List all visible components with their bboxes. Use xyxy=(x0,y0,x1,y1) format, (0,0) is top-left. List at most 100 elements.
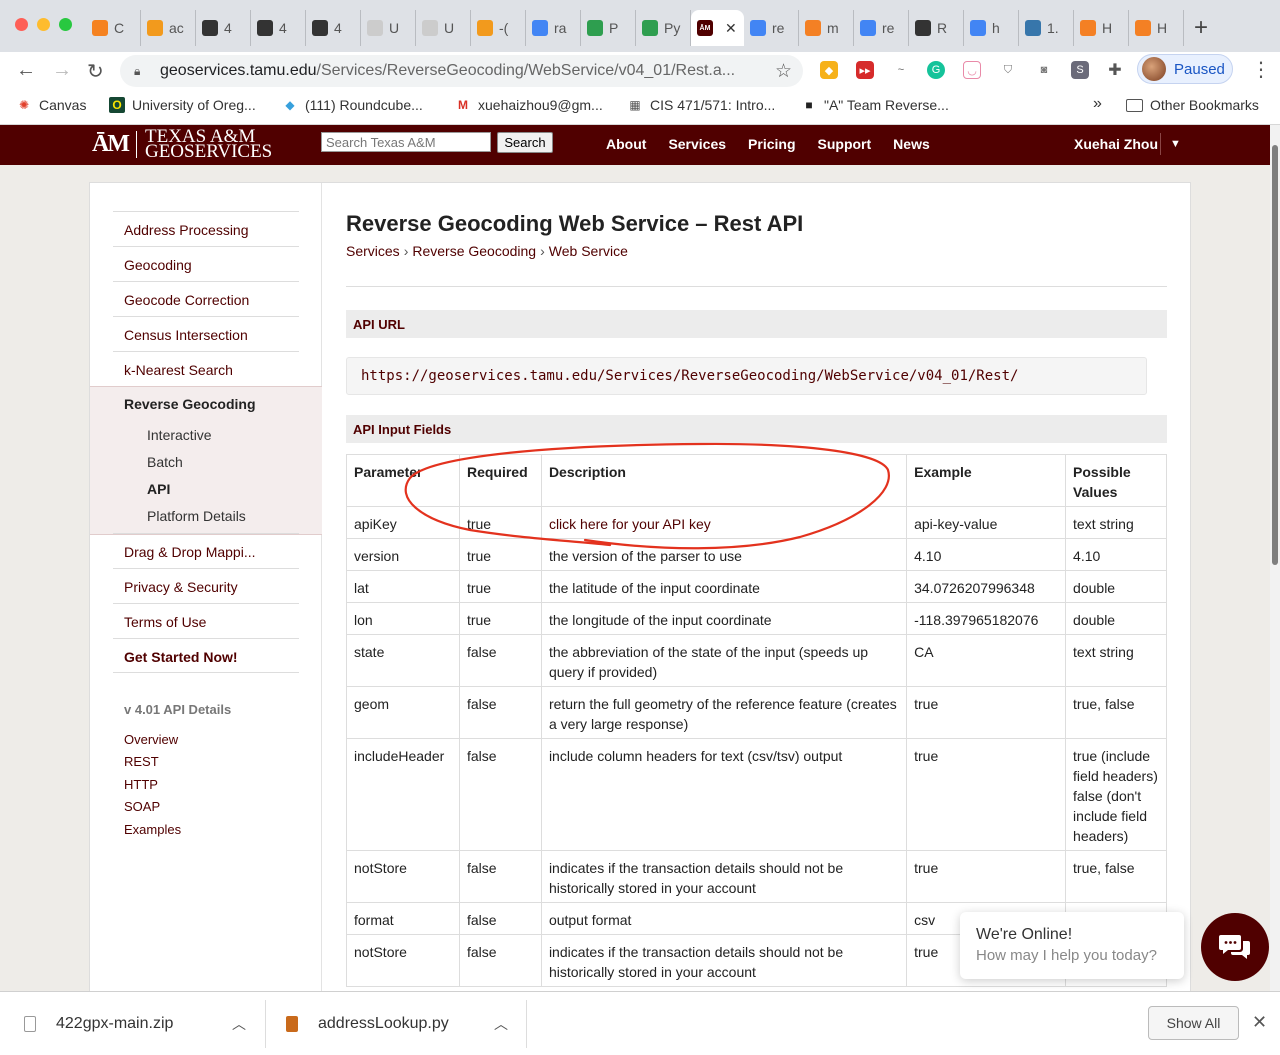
nav-link-pricing[interactable]: Pricing xyxy=(748,136,795,152)
bookmark-item[interactable]: ✺ Canvas xyxy=(16,97,87,113)
sidebar-item[interactable]: k-Nearest Search xyxy=(113,351,299,386)
puzzle-icon[interactable]: ✚ xyxy=(1106,61,1124,79)
sidebar-item[interactable]: Drag & Drop Mappi... xyxy=(113,533,299,568)
table-cell: double xyxy=(1065,570,1167,603)
camera-icon[interactable]: ◙ xyxy=(1035,61,1053,79)
browser-tab[interactable]: U xyxy=(361,10,416,46)
browser-tab[interactable]: U xyxy=(416,10,471,46)
api-details-link[interactable]: SOAP xyxy=(124,799,160,814)
sidebar-item[interactable]: Census Intersection xyxy=(113,316,299,351)
chat-launcher-button[interactable] xyxy=(1201,913,1269,981)
browser-tab[interactable]: 4 xyxy=(251,10,306,46)
window-zoom-button[interactable] xyxy=(59,18,72,31)
browser-tab[interactable]: 1. xyxy=(1019,10,1074,46)
sidebar-item[interactable]: Privacy & Security xyxy=(113,568,299,603)
tamu-geoservices-logo[interactable]: ĀM TEXAS A&M GEOSERVICES xyxy=(92,127,272,161)
scrollbar-thumb[interactable] xyxy=(1272,145,1278,565)
extension-icon[interactable]: ~ xyxy=(892,61,910,79)
download-item[interactable]: addressLookup.py ︿ xyxy=(286,992,508,1055)
table-cell: indicates if the transaction details sho… xyxy=(540,934,908,987)
show-all-downloads-button[interactable]: Show All xyxy=(1148,1006,1239,1040)
address-bar[interactable]: 🔒︎ geoservices.tamu.edu/Services/Reverse… xyxy=(120,55,803,87)
browser-tab[interactable]: m xyxy=(799,10,854,46)
bookmark-star-icon[interactable]: ☆ xyxy=(775,60,792,83)
sidebar-item-reverse-geocoding[interactable]: Reverse Geocoding xyxy=(124,396,256,412)
sidebar-subitem[interactable]: Interactive xyxy=(147,427,212,443)
sidebar-subitem[interactable]: Platform Details xyxy=(147,508,246,524)
browser-tab[interactable]: P xyxy=(581,10,636,46)
sidebar-item[interactable]: Get Started Now! xyxy=(113,638,299,673)
bookmark-item[interactable]: ▦ CIS 471/571: Intro... xyxy=(627,97,775,113)
chat-greeting-bubble[interactable]: We're Online! How may I help you today? xyxy=(960,912,1184,979)
extension-icon[interactable]: S xyxy=(1071,61,1089,79)
tab-favicon-icon xyxy=(587,20,603,36)
nav-link-about[interactable]: About xyxy=(606,136,646,152)
api-details-link[interactable]: Examples xyxy=(124,822,181,837)
bookmarks-overflow-button[interactable]: » xyxy=(1093,95,1102,113)
close-tab-icon[interactable]: ✕ xyxy=(725,20,737,37)
bookmark-item[interactable]: ■ "A" Team Reverse... xyxy=(801,97,948,113)
browser-tab[interactable]: 4 xyxy=(196,10,251,46)
browser-tab[interactable]: h xyxy=(964,10,1019,46)
browser-tab[interactable]: 4 xyxy=(306,10,361,46)
api-url-box[interactable]: https://geoservices.tamu.edu/Services/Re… xyxy=(346,357,1147,395)
api-details-link[interactable]: HTTP xyxy=(124,777,158,792)
sidebar-item[interactable]: Geocoding xyxy=(113,246,299,281)
chevron-up-icon[interactable]: ︿ xyxy=(494,1014,508,1034)
bookmark-item[interactable]: ◆ (111) Roundcube... xyxy=(282,97,422,113)
browser-tab[interactable]: C xyxy=(86,10,141,46)
user-name[interactable]: Xuehai Zhou xyxy=(1074,136,1158,152)
breadcrumb-link[interactable]: Reverse Geocoding xyxy=(412,243,536,259)
sidebar-subitem[interactable]: API xyxy=(147,481,170,497)
sidebar-item[interactable]: Geocode Correction xyxy=(113,281,299,316)
bookmark-label: xuehaizhou9@gm... xyxy=(478,97,603,113)
browser-tab[interactable]: H xyxy=(1074,10,1129,46)
window-minimize-button[interactable] xyxy=(37,18,50,31)
grammarly-icon[interactable]: G xyxy=(927,61,945,79)
table-cell: notStore xyxy=(346,850,460,903)
sidebar-item[interactable]: Terms of Use xyxy=(113,603,299,638)
window-close-button[interactable] xyxy=(15,18,28,31)
nav-link-services[interactable]: Services xyxy=(668,136,726,152)
nav-link-support[interactable]: Support xyxy=(818,136,872,152)
site-search-button[interactable]: Search xyxy=(497,132,553,153)
site-search-input[interactable]: Search Texas A&M xyxy=(321,132,491,152)
user-menu-caret-icon[interactable]: ▼ xyxy=(1160,133,1190,155)
bookmark-item[interactable]: Mxuehaizhou9@gm... xyxy=(455,97,603,113)
sidebar-subitem[interactable]: Batch xyxy=(147,454,183,470)
bookmark-item[interactable]: O University of Oreg... xyxy=(109,97,256,113)
browser-tab[interactable]: ra xyxy=(526,10,581,46)
page-scrollbar[interactable] xyxy=(1270,125,1280,991)
other-bookmarks[interactable]: Other Bookmarks xyxy=(1126,97,1259,113)
menu-icon[interactable]: ⋮ xyxy=(1251,57,1271,82)
sidebar-item[interactable]: Address Processing xyxy=(113,211,299,246)
browser-tab[interactable]: H xyxy=(1129,10,1184,46)
api-details-link[interactable]: Overview xyxy=(124,732,178,747)
forward-icon[interactable]: → xyxy=(52,59,72,82)
browser-tab[interactable]: re xyxy=(744,10,799,46)
download-item[interactable]: 422gpx-main.zip ︿ xyxy=(24,992,246,1055)
back-icon[interactable]: ← xyxy=(16,59,36,82)
breadcrumb-link[interactable]: Web Service xyxy=(549,243,628,259)
extension-icon[interactable]: ▸▸ xyxy=(856,61,874,79)
nav-link-news[interactable]: News xyxy=(893,136,930,152)
browser-tab[interactable]: ac xyxy=(141,10,196,46)
browser-tab[interactable]: ĀM ✕ xyxy=(691,10,744,46)
browser-tab[interactable]: Py xyxy=(636,10,691,46)
browser-tab[interactable]: re xyxy=(854,10,909,46)
new-tab-button[interactable]: + xyxy=(1194,16,1208,40)
api-key-link[interactable]: click here for your API key xyxy=(549,516,711,532)
extension-icon[interactable]: ◆ xyxy=(820,61,838,79)
api-details-link[interactable]: REST xyxy=(124,754,159,769)
column-header: Possible Values xyxy=(1065,454,1167,507)
reload-icon[interactable]: ↻ xyxy=(87,59,104,84)
extension-icon[interactable]: ⛉ xyxy=(999,61,1017,79)
profile-button[interactable]: Paused xyxy=(1137,54,1233,84)
browser-tab[interactable]: -( xyxy=(471,10,526,46)
extension-icon[interactable]: ◡ xyxy=(963,61,981,79)
browser-tab[interactable]: R xyxy=(909,10,964,46)
chevron-up-icon[interactable]: ︿ xyxy=(232,1014,246,1034)
breadcrumb-link[interactable]: Services xyxy=(346,243,400,259)
close-icon[interactable]: ✕ xyxy=(1252,1012,1267,1033)
url-text[interactable]: geoservices.tamu.edu/Services/ReverseGeo… xyxy=(160,62,760,80)
